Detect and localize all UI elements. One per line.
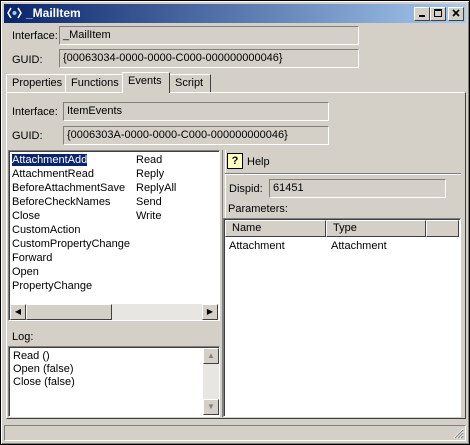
tab-script[interactable]: Script: [169, 74, 211, 92]
list-item[interactable]: AttachmentRead: [12, 168, 94, 180]
log-label: Log:: [12, 331, 34, 343]
events-list[interactable]: AttachmentAdd AttachmentRead BeforeAttac…: [8, 150, 220, 321]
scroll-up-button[interactable]: ▲: [203, 348, 219, 364]
list-item[interactable]: Send: [136, 196, 162, 208]
event-interface-label: Interface:: [12, 106, 58, 118]
log-line: Read (): [13, 350, 50, 362]
list-item[interactable]: Reply: [136, 168, 164, 180]
close-button[interactable]: [448, 7, 464, 21]
minimize-button[interactable]: [414, 7, 430, 21]
log-vertical-scrollbar[interactable]: ▲ ▼: [203, 348, 219, 415]
close-icon: [452, 9, 460, 17]
dispid-field: 61451: [269, 179, 446, 198]
mailitem-window: _MailItem Interface: _MailItem GUID: {00…: [0, 0, 470, 445]
title-bar[interactable]: _MailItem: [4, 4, 466, 23]
guid-field: {00063034-0000-0000-C000-000000000046}: [59, 49, 359, 68]
event-guid-label: GUID:: [12, 130, 43, 142]
maximize-icon: [434, 9, 442, 17]
log-content: Read () Open (false) Close (false): [13, 350, 75, 389]
log-textarea[interactable]: Read () Open (false) Close (false) ▲ ▼: [8, 346, 220, 417]
tab-properties[interactable]: Properties: [6, 74, 66, 92]
list-item[interactable]: CustomPropertyChange: [12, 238, 130, 250]
list-item[interactable]: AttachmentAdd: [10, 153, 89, 167]
guid-label: GUID:: [12, 54, 43, 66]
list-item[interactable]: BeforeCheckNames: [12, 196, 110, 208]
scroll-down-button[interactable]: ▼: [203, 399, 219, 415]
list-item[interactable]: ReplyAll: [136, 182, 176, 194]
scroll-thumb[interactable]: [26, 304, 112, 320]
status-bar: [4, 425, 466, 441]
list-item[interactable]: PropertyChange: [12, 280, 92, 292]
divider: [225, 173, 461, 175]
dispid-label: Dispid:: [229, 183, 263, 195]
scroll-left-button[interactable]: ◀: [10, 304, 26, 320]
column-header-name[interactable]: Name: [225, 220, 326, 237]
help-icon[interactable]: ?: [227, 153, 243, 169]
minimize-icon: [419, 15, 425, 17]
list-item[interactable]: BeforeAttachmentSave: [12, 182, 125, 194]
list-item[interactable]: Read: [136, 154, 162, 166]
list-item[interactable]: Forward: [12, 252, 52, 264]
event-guid-field: {0006303A-0000-0000-C000-000000000046}: [63, 126, 329, 145]
tab-events[interactable]: Events: [122, 72, 170, 93]
table-cell-type[interactable]: Attachment: [331, 240, 387, 252]
help-label[interactable]: Help: [247, 156, 270, 168]
column-header-type[interactable]: Type: [326, 220, 426, 237]
events-horizontal-scrollbar[interactable]: ◀ ▶: [10, 304, 218, 320]
parameters-list[interactable]: Name Type Attachment Attachment: [223, 218, 461, 417]
log-line: Close (false): [13, 376, 75, 388]
event-interface-field: ItemEvents: [63, 102, 329, 121]
window-title: _MailItem: [26, 6, 81, 20]
tab-functions[interactable]: Functions: [65, 74, 123, 92]
app-icon: [7, 7, 22, 19]
interface-label: Interface:: [12, 30, 58, 42]
list-item[interactable]: Close: [12, 210, 40, 222]
resize-grip-icon[interactable]: [452, 427, 464, 439]
maximize-button[interactable]: [430, 7, 446, 21]
list-item[interactable]: Write: [136, 210, 161, 222]
scroll-right-button[interactable]: ▶: [202, 304, 218, 320]
column-header-filler: [426, 220, 459, 237]
parameters-label: Parameters:: [228, 203, 288, 215]
list-item[interactable]: Open: [12, 266, 39, 278]
log-line: Open (false): [13, 363, 74, 375]
list-item[interactable]: CustomAction: [12, 224, 80, 236]
interface-field: _MailItem: [59, 26, 359, 45]
table-cell-name[interactable]: Attachment: [229, 240, 285, 252]
